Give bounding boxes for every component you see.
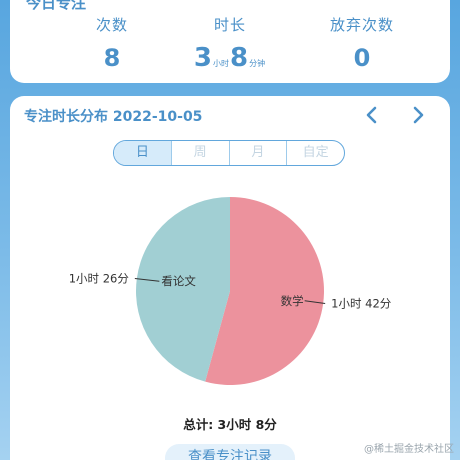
duration-minutes: 8 bbox=[230, 43, 249, 73]
view-records-button[interactable]: 查看专注记录 bbox=[165, 444, 295, 460]
pie-slice-name-0: 数学 bbox=[281, 294, 304, 308]
distribution-card: 专注时长分布 2022-10-05 日 周 月 自定 数学 1小时 42分 看论文 1… bbox=[10, 96, 450, 460]
duration-hours-unit: 小时 bbox=[213, 59, 229, 68]
pie-slice-value-0: 1小时 42分 bbox=[331, 297, 392, 311]
total-duration: 总计: 3小时 8分 bbox=[183, 417, 277, 432]
stat-duration-label: 时长 bbox=[213, 16, 246, 34]
duration-minutes-unit: 分钟 bbox=[249, 59, 266, 68]
focus-pie-chart: 数学 1小时 42分 看论文 1小时 26分 bbox=[69, 197, 392, 385]
stat-abandon-value: 0 bbox=[353, 44, 371, 72]
stat-duration: 时长 3小时8分钟 bbox=[170, 14, 290, 78]
today-summary-card: 今日专注 次数 8 时长 3小时8分钟 放弃次数 0 bbox=[10, 0, 450, 83]
stat-abandon: 放弃次数 0 bbox=[302, 14, 422, 72]
pie-slice-name-1: 看论文 bbox=[161, 274, 196, 288]
stat-count: 次数 8 bbox=[52, 14, 172, 72]
today-card-title: 今日专注 bbox=[26, 0, 87, 12]
watermark: @稀土掘金技术社区 bbox=[364, 444, 454, 455]
stat-abandon-label: 放弃次数 bbox=[329, 16, 394, 34]
pie-slice-value-1: 1小时 26分 bbox=[69, 271, 130, 285]
stat-count-value: 8 bbox=[103, 44, 121, 72]
stat-duration-value: 3小时8分钟 bbox=[170, 44, 290, 78]
stat-count-label: 次数 bbox=[95, 16, 128, 34]
duration-hours: 3 bbox=[193, 43, 212, 73]
